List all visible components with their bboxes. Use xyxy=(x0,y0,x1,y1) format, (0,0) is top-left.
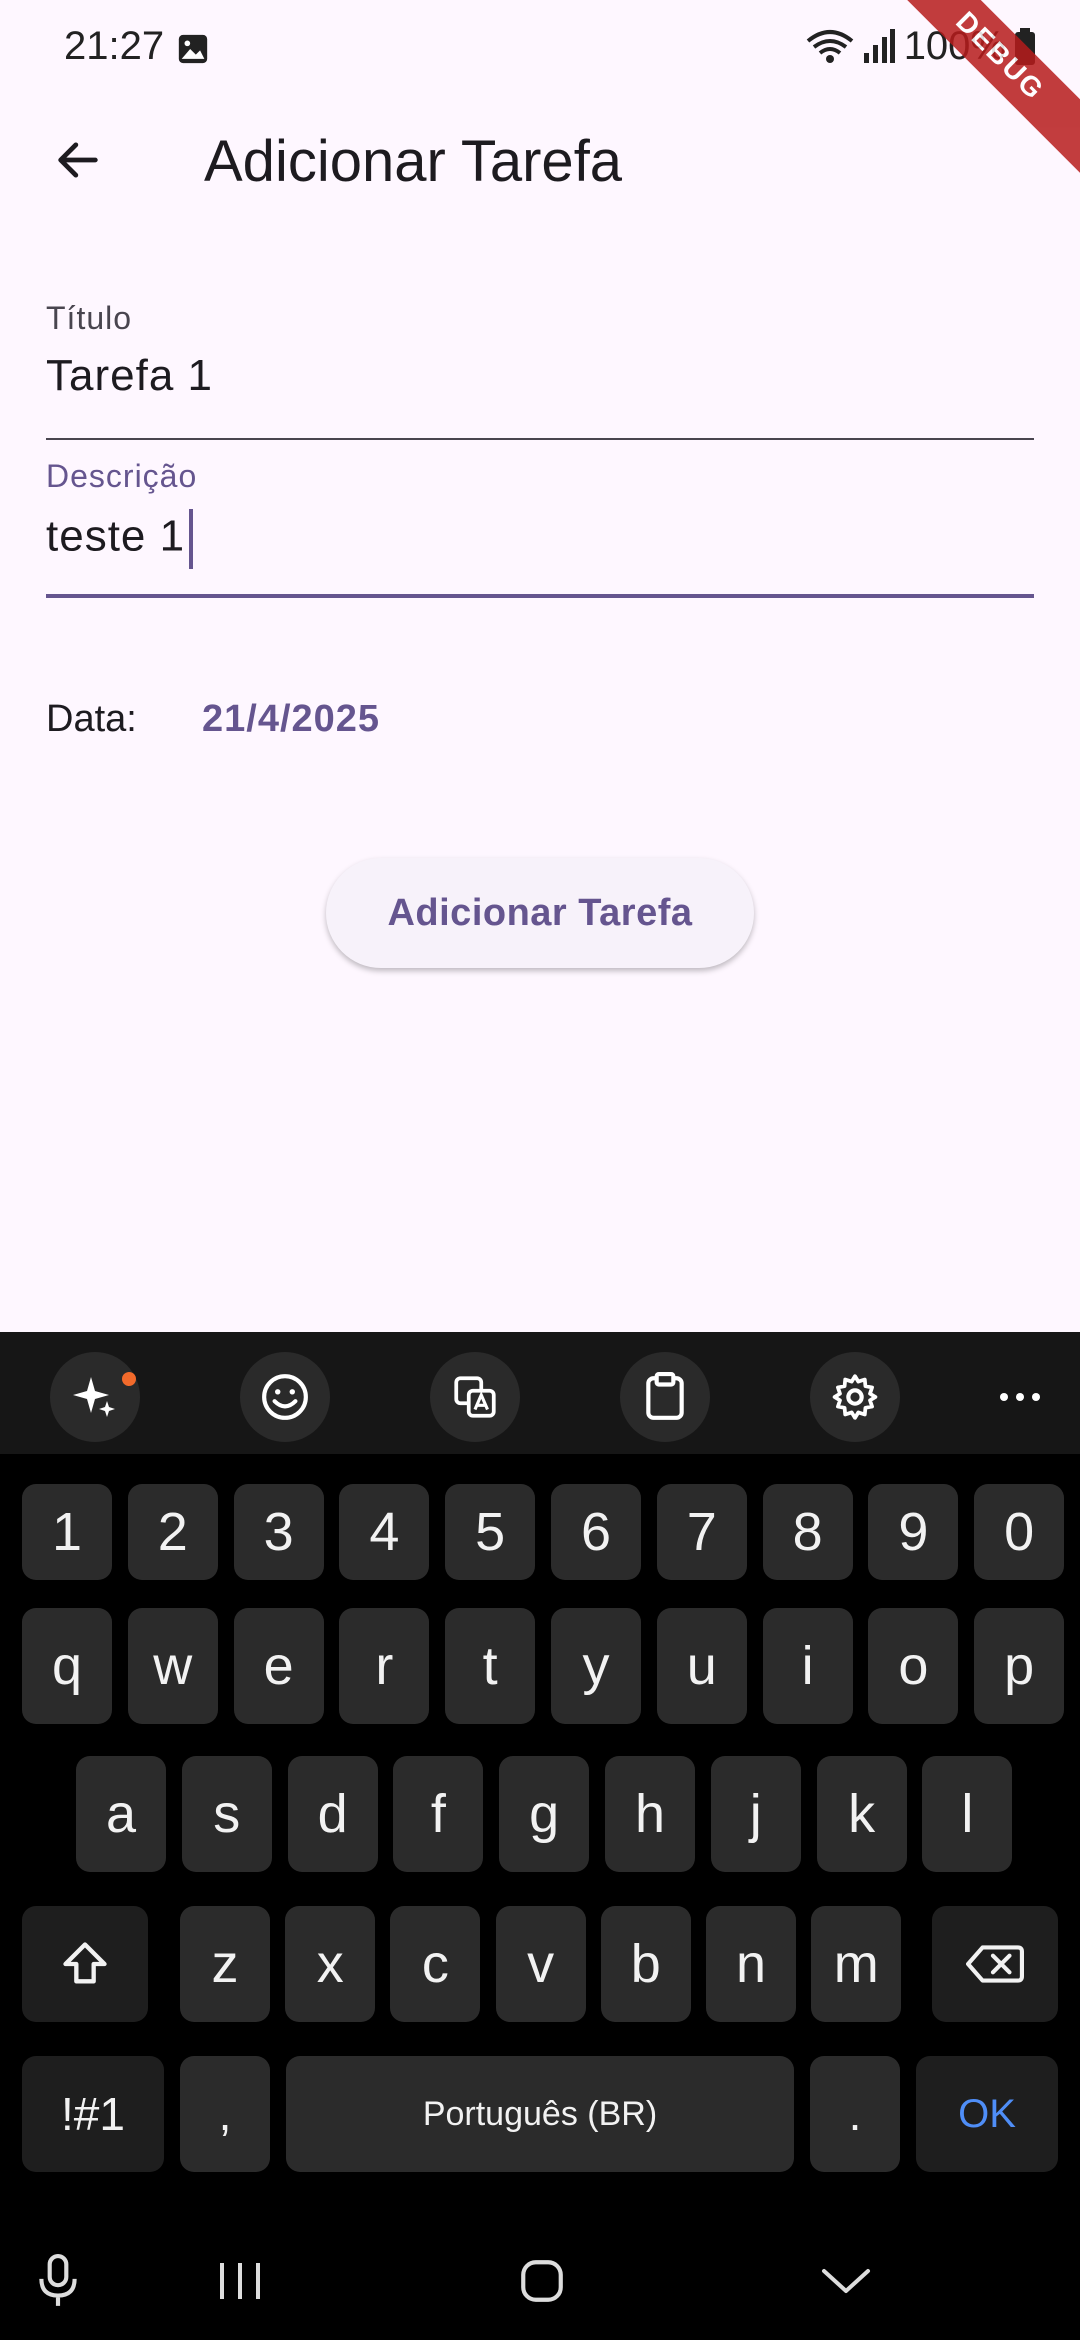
key-p[interactable]: p xyxy=(974,1608,1065,1724)
shift-key[interactable] xyxy=(22,1906,148,2022)
key-t[interactable]: t xyxy=(445,1608,536,1724)
key-3[interactable]: 3 xyxy=(233,1484,324,1580)
backspace-icon xyxy=(966,1945,1024,1983)
text-cursor xyxy=(189,509,194,569)
status-bar: 21:27 100% DEBUG xyxy=(0,0,1080,181)
ok-key[interactable]: OK xyxy=(916,2056,1058,2172)
translate-button[interactable] xyxy=(430,1352,520,1442)
comma-key[interactable]: , xyxy=(180,2056,270,2172)
key-7[interactable]: 7 xyxy=(656,1484,747,1580)
key-2[interactable]: 2 xyxy=(127,1484,218,1580)
key-l[interactable]: l xyxy=(922,1756,1013,1872)
key-4[interactable]: 4 xyxy=(339,1484,430,1580)
settings-icon xyxy=(832,1374,878,1420)
translate-icon xyxy=(454,1376,496,1418)
key-f[interactable]: f xyxy=(393,1756,484,1872)
title-field-underline xyxy=(46,438,1034,440)
key-b[interactable]: b xyxy=(600,1906,691,2022)
signal-icon xyxy=(862,28,896,65)
arrow-back-icon xyxy=(58,142,98,178)
date-label: Data: xyxy=(46,698,137,740)
back-button[interactable] xyxy=(40,122,116,198)
mic-icon xyxy=(39,2254,77,2306)
key-g[interactable]: g xyxy=(499,1756,590,1872)
status-time: 21:27 xyxy=(64,24,165,68)
key-u[interactable]: u xyxy=(656,1608,747,1724)
key-h[interactable]: h xyxy=(605,1756,695,1872)
backspace-key[interactable] xyxy=(932,1906,1058,2022)
emoji-icon xyxy=(262,1374,308,1420)
home-button[interactable] xyxy=(502,2246,582,2316)
description-field-label: Descrição xyxy=(46,458,198,494)
key-d[interactable]: d xyxy=(287,1756,378,1872)
key-k[interactable]: k xyxy=(816,1756,907,1872)
voice-input-button[interactable] xyxy=(18,2246,98,2316)
key-j[interactable]: j xyxy=(710,1756,801,1872)
description-field-value: teste 1 xyxy=(46,511,186,561)
key-i[interactable]: i xyxy=(762,1608,853,1724)
key-q[interactable]: q xyxy=(22,1608,112,1724)
add-task-button[interactable]: Adicionar Tarefa xyxy=(326,858,754,968)
key-w[interactable]: w xyxy=(127,1608,218,1724)
key-e[interactable]: e xyxy=(233,1608,324,1724)
key-1[interactable]: 1 xyxy=(22,1484,112,1580)
key-x[interactable]: x xyxy=(285,1906,376,2022)
key-8[interactable]: 8 xyxy=(762,1484,853,1580)
soft-keyboard: 1234567890 qwertyuiop asdfghjkl zxcvbnm !#1… xyxy=(0,1332,1080,2340)
title-field-value[interactable]: Tarefa 1 xyxy=(46,351,1034,401)
key-n[interactable]: n xyxy=(706,1906,796,2022)
app-bar: Adicionar Tarefa xyxy=(0,100,1080,220)
ai-tools-button[interactable] xyxy=(50,1352,140,1442)
title-field-label: Título xyxy=(46,300,133,336)
recent-apps-icon xyxy=(220,2263,260,2299)
gallery-notification-icon xyxy=(176,32,210,66)
hide-keyboard-button[interactable] xyxy=(806,2246,886,2316)
description-field[interactable]: Descrição teste 1 xyxy=(46,458,1034,598)
keyboard-toolbar xyxy=(0,1332,1080,1454)
clipboard-button[interactable] xyxy=(620,1352,710,1442)
ai-sparkle-icon xyxy=(73,1377,115,1417)
period-key[interactable]: . xyxy=(810,2056,900,2172)
key-s[interactable]: s xyxy=(181,1756,272,1872)
page-title: Adicionar Tarefa xyxy=(204,129,623,194)
symbols-key[interactable]: !#1 xyxy=(22,2056,164,2172)
date-picker-button[interactable]: 21/4/2025 xyxy=(202,698,380,741)
title-field[interactable]: Título Tarefa 1 xyxy=(46,300,1034,440)
navigation-bar xyxy=(0,2220,1080,2340)
more-icon xyxy=(1000,1393,1040,1401)
key-z[interactable]: z xyxy=(180,1906,270,2022)
key-r[interactable]: r xyxy=(339,1608,430,1724)
shift-icon xyxy=(63,1942,107,1984)
hide-keyboard-icon xyxy=(822,2269,870,2293)
key-a[interactable]: a xyxy=(76,1756,166,1872)
emoji-button[interactable] xyxy=(240,1352,330,1442)
home-icon xyxy=(521,2260,563,2302)
key-v[interactable]: v xyxy=(495,1906,586,2022)
more-options-button[interactable] xyxy=(990,1352,1050,1442)
clipboard-icon xyxy=(646,1372,684,1420)
space-key[interactable]: Português (BR) xyxy=(286,2056,794,2172)
key-y[interactable]: y xyxy=(551,1608,641,1724)
description-input[interactable]: teste 1 xyxy=(46,509,1034,569)
key-o[interactable]: o xyxy=(868,1608,959,1724)
keyboard-settings-button[interactable] xyxy=(810,1352,900,1442)
key-m[interactable]: m xyxy=(811,1906,902,2022)
key-9[interactable]: 9 xyxy=(868,1484,959,1580)
description-field-underline xyxy=(46,594,1034,598)
key-6[interactable]: 6 xyxy=(551,1484,641,1580)
key-0[interactable]: 0 xyxy=(974,1484,1065,1580)
key-c[interactable]: c xyxy=(390,1906,481,2022)
recent-apps-button[interactable] xyxy=(200,2246,280,2316)
wifi-icon xyxy=(806,27,854,67)
key-5[interactable]: 5 xyxy=(445,1484,536,1580)
notification-dot xyxy=(122,1372,136,1386)
